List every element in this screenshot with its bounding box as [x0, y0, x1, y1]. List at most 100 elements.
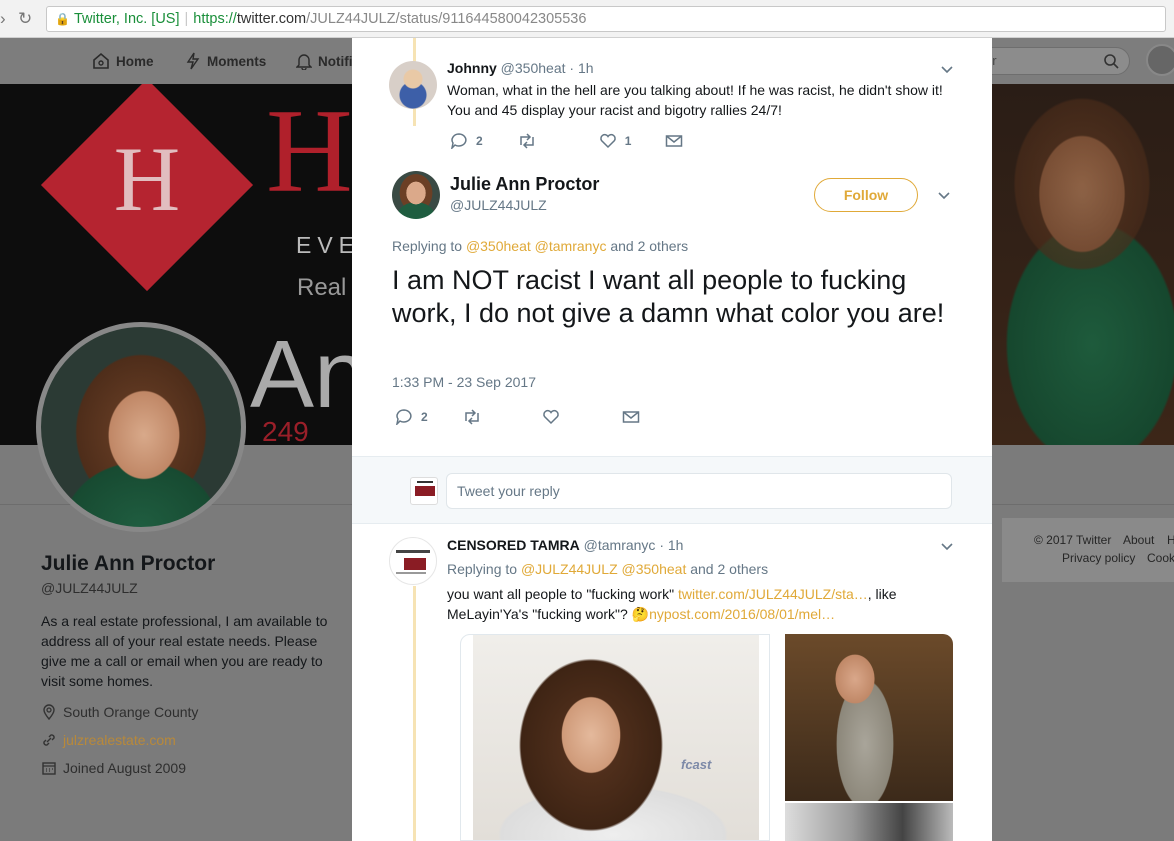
dm-button[interactable]: [622, 410, 640, 424]
reply-author-name[interactable]: Johnny: [447, 60, 497, 76]
like-count: 1: [624, 133, 632, 148]
url-host: twitter.com: [236, 11, 307, 27]
reply-text-tamra: you want all people to "fucking work" tw…: [447, 584, 957, 624]
news-link[interactable]: nypost.com/2016/08/01/mel…: [649, 606, 835, 622]
main-tweet-text: I am NOT racist I want all people to fuc…: [392, 265, 945, 328]
footer-privacy-link[interactable]: Privacy policy: [1062, 551, 1135, 565]
like-button[interactable]: 1: [599, 133, 632, 149]
replying-prefix: Replying to: [447, 561, 518, 577]
account-avatar[interactable]: [1146, 44, 1174, 76]
banner-portrait: [992, 84, 1174, 445]
profile-joined-text: Joined August 2009: [63, 760, 186, 776]
replying-user-link[interactable]: @JULZ44JULZ: [521, 561, 618, 577]
back-icon[interactable]: ›: [0, 9, 6, 29]
reply-time[interactable]: · 1h: [569, 60, 593, 76]
envelope-icon: [622, 410, 639, 423]
tweet-media-photo-3[interactable]: [785, 803, 953, 841]
banner-tagline: EVE: [296, 232, 361, 258]
replying-others[interactable]: and 2 others: [690, 561, 768, 577]
reply-composer: Tweet your reply: [352, 456, 992, 524]
search-box[interactable]: er: [970, 47, 1130, 75]
reply-avatar-johnny[interactable]: [389, 61, 437, 109]
nav-notifications-label: Notifi: [318, 53, 353, 69]
main-tweet-avatar[interactable]: [392, 171, 440, 219]
like-button[interactable]: [542, 409, 560, 425]
replying-user-link[interactable]: @350heat: [466, 238, 531, 254]
media-logo-text: fcast: [681, 757, 712, 772]
home-icon: [93, 52, 109, 69]
footer-copyright: © 2017 Twitter: [1034, 533, 1112, 547]
tweet-modal: Johnny @350heat · 1h Woman, what in the …: [352, 38, 992, 841]
follow-button[interactable]: Follow: [814, 178, 918, 212]
profile-avatar[interactable]: [36, 322, 246, 532]
reply-time[interactable]: · 1h: [659, 537, 683, 553]
nav-notifications[interactable]: Notifi: [296, 52, 353, 70]
banner-name-text: An: [250, 321, 368, 428]
profile-location-text: South Orange County: [63, 704, 199, 720]
url-path: /JULZ44JULZ/status/911644580042305536: [306, 11, 587, 27]
reply-button[interactable]: 2: [450, 132, 483, 149]
reload-icon[interactable]: ↻: [18, 9, 32, 29]
bell-icon: [296, 54, 312, 70]
tweet-media-photo-1[interactable]: fcast: [460, 634, 770, 841]
profile-location: South Orange County: [41, 704, 198, 720]
tweet-link[interactable]: twitter.com/JULZ44JULZ/sta…: [678, 586, 868, 602]
banner-subtitle: Real: [297, 274, 347, 301]
reply-avatar-tamra[interactable]: [389, 537, 437, 585]
reply-author-handle[interactable]: @350heat: [501, 60, 566, 76]
thinking-emoji: 🤔: [631, 606, 650, 622]
main-tweet-actions: 2: [395, 408, 674, 425]
reply-text-johnny: Woman, what in the hell are you talking …: [447, 82, 943, 118]
reply-actions-johnny: 2 1: [450, 132, 717, 149]
reply-count: 2: [421, 409, 428, 424]
profile-name: Julie Ann Proctor: [41, 552, 216, 575]
replying-user-link[interactable]: @tamranyc: [535, 238, 607, 254]
replying-user-link[interactable]: @350heat: [622, 561, 687, 577]
reply-author-handle[interactable]: @tamranyc: [584, 537, 656, 553]
lock-icon: 🔒: [55, 12, 70, 26]
heart-icon: [599, 133, 616, 148]
reply-icon: [396, 409, 412, 425]
dm-button[interactable]: [665, 134, 683, 148]
link-icon: [43, 734, 55, 746]
secure-label: Twitter, Inc. [US]: [73, 11, 180, 27]
footer-about-link[interactable]: About: [1123, 533, 1154, 547]
address-bar[interactable]: 🔒 Twitter, Inc. [US] | https://twitter.com/…: [46, 6, 1166, 32]
profile-website[interactable]: julzrealestate.com: [41, 732, 176, 748]
url-protocol: https://: [193, 11, 237, 27]
location-pin-icon: [43, 704, 55, 720]
nav-home-label: Home: [116, 53, 154, 69]
banner-phone-text: 249: [262, 416, 309, 445]
tweet-media-photo-2[interactable]: [785, 634, 953, 801]
reply-icon: [451, 133, 467, 149]
reply-header-tamra: CENSORED TAMRA @tamranyc · 1h: [447, 537, 683, 553]
reply-author-name[interactable]: CENSORED TAMRA: [447, 537, 580, 553]
footer-cookies-link[interactable]: Cook: [1147, 551, 1174, 565]
replying-prefix: Replying to: [392, 238, 463, 254]
chevron-down-icon[interactable]: [940, 541, 954, 551]
retweet-icon: [519, 132, 534, 149]
profile-joined: Joined August 2009: [41, 760, 186, 776]
main-tweet-author-name[interactable]: Julie Ann Proctor: [450, 174, 599, 195]
calendar-icon: [42, 762, 56, 775]
main-tweet-author-handle[interactable]: @JULZ44JULZ: [450, 197, 547, 213]
retweet-button[interactable]: [462, 408, 482, 425]
composer-avatar: [410, 477, 438, 505]
chevron-down-icon[interactable]: [940, 64, 954, 74]
reply-input[interactable]: Tweet your reply: [446, 473, 952, 509]
reply-replying-to: Replying to @JULZ44JULZ @350heat and 2 o…: [447, 561, 768, 577]
nav-home[interactable]: Home: [92, 52, 154, 70]
retweet-button[interactable]: [517, 132, 537, 149]
profile-handle: @JULZ44JULZ: [41, 580, 138, 596]
nav-moments[interactable]: Moments: [185, 52, 266, 70]
profile-website-link[interactable]: julzrealestate.com: [63, 732, 176, 748]
main-tweet-timestamp[interactable]: 1:33 PM - 23 Sep 2017: [392, 374, 536, 390]
reply-text-part: you want all people to "fucking work": [447, 586, 675, 602]
reply-button[interactable]: 2: [395, 408, 428, 425]
footer-help-link[interactable]: H: [1167, 533, 1174, 547]
brand-logo-monogram: H: [113, 128, 181, 230]
chevron-down-icon[interactable]: [937, 190, 951, 200]
replying-others[interactable]: and 2 others: [610, 238, 688, 254]
nav-moments-label: Moments: [207, 53, 267, 69]
envelope-icon: [666, 134, 683, 147]
